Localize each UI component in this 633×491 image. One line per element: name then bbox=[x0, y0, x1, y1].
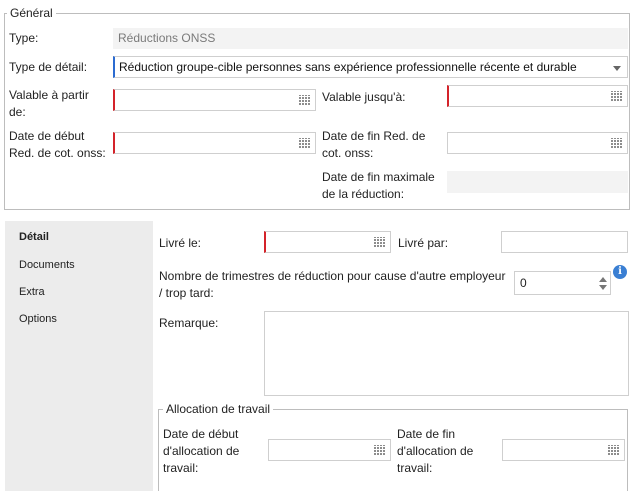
delivered-on-input[interactable] bbox=[264, 231, 391, 253]
end-red-label-2: cot. onss: bbox=[322, 146, 374, 160]
chevron-down-icon[interactable] bbox=[613, 66, 621, 71]
tab-documents[interactable]: Documents bbox=[19, 258, 75, 272]
quarters-label-1: Nombre de trimestres de réduction pour c… bbox=[159, 269, 506, 283]
end-red-label-1: Date de fin Red. de bbox=[322, 129, 426, 143]
delivered-by-input[interactable] bbox=[501, 231, 628, 253]
calendar-icon[interactable] bbox=[611, 91, 623, 101]
start-red-input[interactable] bbox=[113, 132, 316, 154]
detail-type-value: Réduction groupe-cible personnes sans ex… bbox=[119, 60, 577, 74]
valid-from-label-2: de: bbox=[9, 105, 26, 119]
alloc-start-label-2: d'allocation de bbox=[163, 444, 240, 458]
remark-textarea[interactable] bbox=[264, 311, 629, 396]
tab-extra[interactable]: Extra bbox=[19, 285, 45, 299]
alloc-end-label-1: Date de fin bbox=[397, 427, 456, 441]
valid-from-input[interactable] bbox=[113, 89, 316, 111]
alloc-end-input[interactable] bbox=[502, 439, 625, 461]
start-red-label-1: Date de début bbox=[9, 129, 85, 143]
quarters-label-2: / trop tard: bbox=[159, 286, 214, 300]
general-legend: Général bbox=[7, 6, 56, 20]
delivered-on-label: Livré le: bbox=[159, 236, 202, 250]
tab-panel: Détail Documents Extra Options bbox=[5, 221, 153, 491]
alloc-end-label-2: d'allocation de bbox=[397, 444, 474, 458]
end-red-input[interactable] bbox=[447, 132, 628, 154]
calendar-icon[interactable] bbox=[299, 138, 311, 148]
alloc-start-label-3: travail: bbox=[163, 461, 199, 475]
allocation-legend: Allocation de travail bbox=[163, 402, 274, 416]
type-label: Type: bbox=[9, 31, 39, 45]
calendar-icon[interactable] bbox=[299, 95, 311, 105]
delivered-by-label: Livré par: bbox=[398, 236, 449, 250]
tab-detail[interactable]: Détail bbox=[19, 230, 49, 244]
quarters-stepper[interactable]: 0 bbox=[514, 271, 611, 295]
valid-until-label: Valable jusqu'à: bbox=[322, 90, 406, 104]
alloc-start-input[interactable] bbox=[268, 439, 391, 461]
calendar-icon[interactable] bbox=[374, 445, 386, 455]
start-red-label-2: Red. de cot. onss: bbox=[9, 146, 106, 160]
remark-label: Remarque: bbox=[159, 316, 219, 330]
valid-until-input[interactable] bbox=[447, 85, 628, 107]
info-icon[interactable]: i bbox=[613, 265, 627, 279]
max-end-value bbox=[447, 171, 628, 193]
calendar-icon[interactable] bbox=[608, 445, 620, 455]
spinner-down-icon[interactable] bbox=[599, 285, 607, 290]
detail-type-select[interactable]: Réduction groupe-cible personnes sans ex… bbox=[113, 56, 628, 78]
spinner-up-icon[interactable] bbox=[599, 277, 607, 282]
alloc-start-label-1: Date de début bbox=[163, 427, 239, 441]
detail-type-label: Type de détail: bbox=[9, 60, 88, 74]
max-end-label-2: de la réduction: bbox=[322, 187, 405, 201]
quarters-value: 0 bbox=[520, 276, 527, 290]
calendar-icon[interactable] bbox=[611, 138, 623, 148]
type-value: Réductions ONSS bbox=[113, 28, 628, 49]
max-end-label-1: Date de fin maximale bbox=[322, 170, 435, 184]
tab-options[interactable]: Options bbox=[19, 312, 57, 326]
calendar-icon[interactable] bbox=[374, 237, 386, 247]
alloc-end-label-3: travail: bbox=[397, 461, 433, 475]
valid-from-label-1: Valable à partir bbox=[9, 88, 89, 102]
